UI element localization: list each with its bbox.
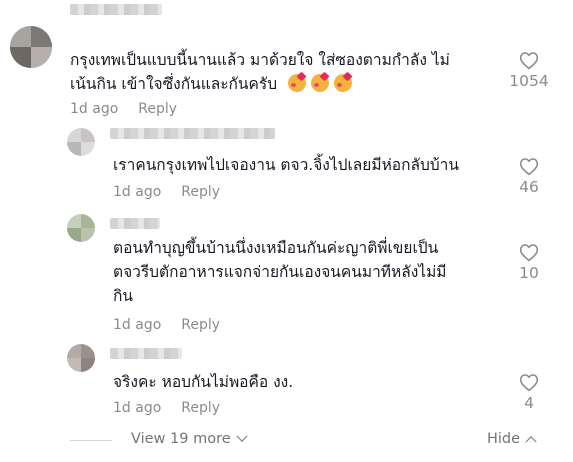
reply-button[interactable]: Reply (138, 101, 177, 117)
like-count: 4 (524, 394, 534, 412)
comment-meta: 1d ago Reply (70, 101, 177, 117)
like-count: 10 (519, 264, 539, 282)
comment-text: จริงคะ หอบกันไม่พอคือ งง. (113, 370, 293, 394)
like-count: 46 (519, 178, 539, 196)
smiling-face-with-hearts-icon (310, 74, 329, 92)
chevron-down-icon (235, 430, 248, 442)
timestamp: 1d ago (70, 101, 119, 117)
heart-icon (519, 52, 539, 70)
heart-icon (519, 158, 539, 176)
timestamp: 1d ago (113, 184, 162, 200)
comment-text: เราคนกรุงเทพไปเจองาน ตจว.จิ้งไปเลยมีห่อก… (113, 153, 459, 177)
comment-line: กรุงเทพเป็นแบบนี้นานแล้ว มาด้วยใจ ใส่ซอง… (70, 51, 450, 69)
avatar[interactable] (67, 128, 95, 156)
heart-icon (519, 244, 539, 262)
comment-line: เน้นกิน เข้าใจซึ่งกันและกันครับ (70, 72, 450, 96)
comment-line: ตอนทำบุญขึ้นบ้านนึ่งงเหมือนกันค่ะญาติพี่… (113, 239, 439, 257)
reply-button[interactable]: Reply (181, 317, 220, 333)
comment-meta: 1d ago Reply (113, 317, 220, 333)
like-button[interactable]: 1054 (509, 51, 549, 90)
comment-line: ตจวรีบตักอาหารแจกจ่ายกันเองจนคนมาทีหลังไ… (113, 263, 447, 281)
like-button[interactable]: 46 (509, 157, 549, 196)
avatar[interactable] (10, 26, 52, 68)
comment-line: กิน (113, 287, 133, 305)
reply-button[interactable]: Reply (181, 184, 220, 200)
reply-item: จริงคะ หอบกันไม่พอคือ งง. 1d ago Reply 4 (0, 340, 573, 425)
comment-meta: 1d ago Reply (113, 400, 220, 416)
username-blurred[interactable] (110, 128, 275, 139)
reply-button[interactable]: Reply (181, 400, 220, 416)
comment-line: จริงคะ หอบกันไม่พอคือ งง. (113, 373, 294, 391)
comment-line-text: เน้นกิน เข้าใจซึ่งกันและกันครับ (70, 75, 278, 93)
username-blurred[interactable] (110, 218, 160, 229)
like-count: 1054 (509, 72, 549, 90)
reply-item: เราคนกรุงเทพไปเจองาน ตจว.จิ้งไปเลยมีห่อก… (0, 120, 573, 210)
comment-text: กรุงเทพเป็นแบบนี้นานแล้ว มาด้วยใจ ใส่ซอง… (70, 48, 450, 96)
comment-line: เราคนกรุงเทพไปเจองาน ตจว.จิ้งไปเลยมีห่อก… (113, 156, 459, 174)
view-more-label: View 19 more (131, 431, 231, 447)
hide-replies-button[interactable]: Hide (487, 431, 537, 448)
smiling-face-with-hearts-icon (333, 74, 352, 92)
comment-meta: 1d ago Reply (113, 184, 220, 200)
avatar[interactable] (67, 344, 95, 372)
smiling-face-with-hearts-icon (287, 74, 306, 92)
comment-text: ตอนทำบุญขึ้นบ้านนึ่งงเหมือนกันค่ะญาติพี่… (113, 236, 447, 308)
view-more-replies-button[interactable]: View 19 more (131, 430, 248, 447)
chevron-up-icon (525, 436, 537, 448)
replies-footer: View 19 more Hide (0, 428, 573, 454)
username-blurred[interactable] (110, 348, 182, 359)
divider (70, 440, 112, 441)
hide-label: Hide (487, 431, 521, 447)
username-blurred[interactable] (70, 4, 162, 15)
reply-item: ตอนทำบุญขึ้นบ้านนึ่งงเหมือนกันค่ะญาติพี่… (0, 210, 573, 340)
like-button[interactable]: 4 (509, 373, 549, 412)
heart-icon (519, 374, 539, 392)
comment-item: กรุงเทพเป็นแบบนี้นานแล้ว มาด้วยใจ ใส่ซอง… (0, 0, 573, 120)
avatar[interactable] (67, 214, 95, 242)
like-button[interactable]: 10 (509, 243, 549, 282)
timestamp: 1d ago (113, 400, 162, 416)
timestamp: 1d ago (113, 317, 162, 333)
